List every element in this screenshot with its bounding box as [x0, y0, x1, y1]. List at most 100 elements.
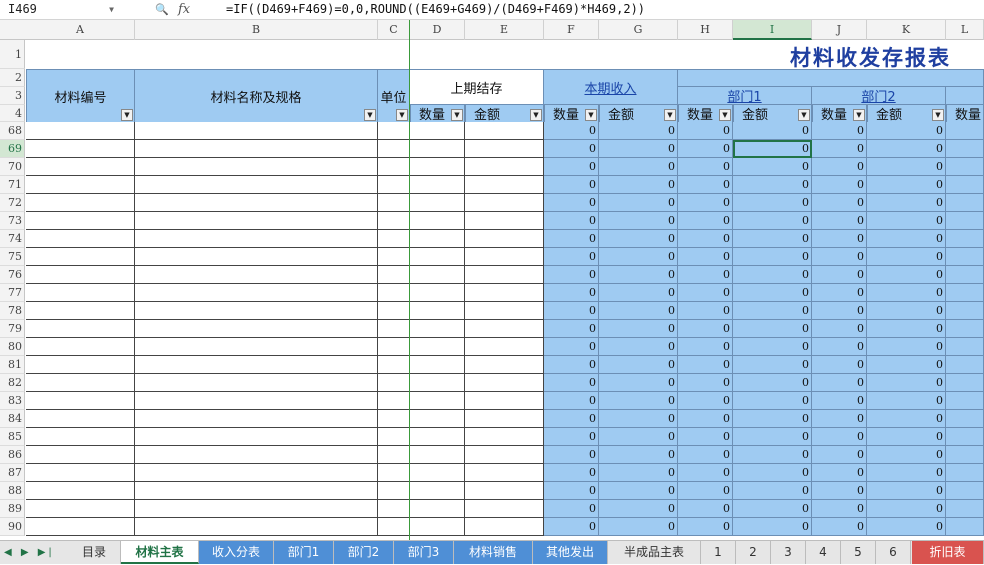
table-cell[interactable] — [946, 428, 984, 446]
table-cell[interactable]: 0 — [678, 428, 733, 446]
table-cell[interactable]: 0 — [599, 194, 678, 212]
table-cell[interactable]: 0 — [678, 320, 733, 338]
table-cell[interactable] — [465, 230, 544, 248]
table-cell[interactable] — [410, 428, 465, 446]
table-cell[interactable] — [465, 338, 544, 356]
column-header-h[interactable]: H — [678, 20, 733, 40]
row-header[interactable]: 88 — [0, 482, 25, 500]
column-header-e[interactable]: E — [465, 20, 544, 40]
table-cell[interactable]: 0 — [812, 446, 867, 464]
table-cell[interactable] — [135, 356, 378, 374]
table-cell[interactable] — [135, 230, 378, 248]
table-cell[interactable] — [410, 500, 465, 518]
table-cell[interactable]: 0 — [867, 266, 946, 284]
table-cell[interactable]: 0 — [544, 212, 599, 230]
filter-dropdown-icon[interactable]: ▼ — [121, 109, 133, 121]
sheet-tab[interactable]: 折旧表 — [912, 541, 984, 564]
table-cell[interactable] — [946, 194, 984, 212]
table-cell[interactable]: 0 — [678, 446, 733, 464]
table-cell[interactable] — [26, 140, 135, 158]
table-cell[interactable] — [465, 392, 544, 410]
row-header[interactable]: 80 — [0, 338, 25, 356]
table-cell[interactable] — [378, 302, 410, 320]
table-cell[interactable] — [946, 284, 984, 302]
table-cell[interactable] — [410, 464, 465, 482]
table-cell[interactable] — [26, 338, 135, 356]
sheet-tab[interactable]: 部门2 — [334, 541, 394, 564]
table-cell[interactable] — [26, 392, 135, 410]
table-cell[interactable] — [465, 212, 544, 230]
table-cell[interactable]: 0 — [867, 356, 946, 374]
table-cell[interactable]: 0 — [867, 338, 946, 356]
table-cell[interactable]: 0 — [867, 140, 946, 158]
table-cell[interactable] — [946, 464, 984, 482]
tab-scroll-arrows-icon[interactable]: ◀ ▶ ▶| — [4, 541, 55, 565]
table-cell[interactable]: 0 — [599, 482, 678, 500]
table-cell[interactable]: 0 — [812, 320, 867, 338]
table-cell[interactable] — [378, 212, 410, 230]
table-cell[interactable]: 0 — [867, 176, 946, 194]
table-cell[interactable]: 0 — [812, 194, 867, 212]
sheet-tab[interactable]: 材料销售 — [454, 541, 533, 564]
table-cell[interactable] — [410, 410, 465, 428]
table-cell[interactable]: 0 — [678, 464, 733, 482]
column-header-f[interactable]: F — [544, 20, 599, 40]
row-header[interactable]: 71 — [0, 176, 25, 194]
sheet-tab[interactable]: 目录 — [68, 541, 121, 564]
row-header[interactable]: 79 — [0, 320, 25, 338]
table-cell[interactable]: 0 — [544, 176, 599, 194]
row-header[interactable]: 86 — [0, 446, 25, 464]
table-cell[interactable]: 0 — [544, 122, 599, 140]
table-cell[interactable] — [135, 176, 378, 194]
table-cell[interactable]: 0 — [867, 446, 946, 464]
table-cell[interactable]: 0 — [867, 248, 946, 266]
filter-dropdown-icon[interactable]: ▼ — [719, 109, 731, 121]
table-cell[interactable] — [946, 500, 984, 518]
sheet-tab[interactable]: 部门1 — [274, 541, 334, 564]
table-cell[interactable] — [410, 320, 465, 338]
table-cell[interactable] — [378, 284, 410, 302]
table-cell[interactable] — [378, 248, 410, 266]
table-cell[interactable]: 0 — [867, 428, 946, 446]
table-cell[interactable] — [465, 266, 544, 284]
row-header[interactable]: 81 — [0, 356, 25, 374]
sheet-tab[interactable]: 5 — [841, 541, 876, 564]
table-cell[interactable]: 0 — [733, 230, 812, 248]
table-cell[interactable]: 0 — [678, 374, 733, 392]
table-cell[interactable] — [378, 194, 410, 212]
table-cell[interactable] — [946, 266, 984, 284]
table-cell[interactable] — [465, 518, 544, 536]
row-header[interactable]: 70 — [0, 158, 25, 176]
table-cell[interactable] — [135, 410, 378, 428]
table-cell[interactable]: 0 — [599, 122, 678, 140]
row-header[interactable]: 84 — [0, 410, 25, 428]
table-cell[interactable] — [946, 230, 984, 248]
row-header[interactable]: 72 — [0, 194, 25, 212]
table-cell[interactable]: 0 — [812, 302, 867, 320]
table-cell[interactable]: 0 — [599, 356, 678, 374]
table-cell[interactable] — [26, 266, 135, 284]
table-cell[interactable]: 0 — [599, 446, 678, 464]
table-cell[interactable]: 0 — [544, 374, 599, 392]
sheet-tab[interactable]: 半成品主表 — [608, 541, 701, 564]
table-cell[interactable] — [135, 194, 378, 212]
sheet-tab[interactable]: 6 — [876, 541, 911, 564]
table-cell[interactable]: 0 — [678, 356, 733, 374]
table-cell[interactable] — [465, 140, 544, 158]
table-cell[interactable]: 0 — [678, 158, 733, 176]
table-cell[interactable]: 0 — [599, 266, 678, 284]
table-cell[interactable] — [465, 500, 544, 518]
table-cell[interactable]: 0 — [599, 500, 678, 518]
table-cell[interactable] — [946, 320, 984, 338]
table-cell[interactable]: 0 — [812, 158, 867, 176]
table-cell[interactable] — [465, 248, 544, 266]
table-cell[interactable]: 0 — [678, 482, 733, 500]
table-cell[interactable]: 0 — [678, 212, 733, 230]
table-cell[interactable]: 0 — [678, 338, 733, 356]
table-cell[interactable]: 0 — [599, 248, 678, 266]
table-cell[interactable]: 0 — [812, 518, 867, 536]
table-cell[interactable] — [410, 338, 465, 356]
chevron-down-icon[interactable]: ▼ — [109, 0, 114, 19]
table-cell[interactable] — [465, 464, 544, 482]
row-header[interactable]: 77 — [0, 284, 25, 302]
